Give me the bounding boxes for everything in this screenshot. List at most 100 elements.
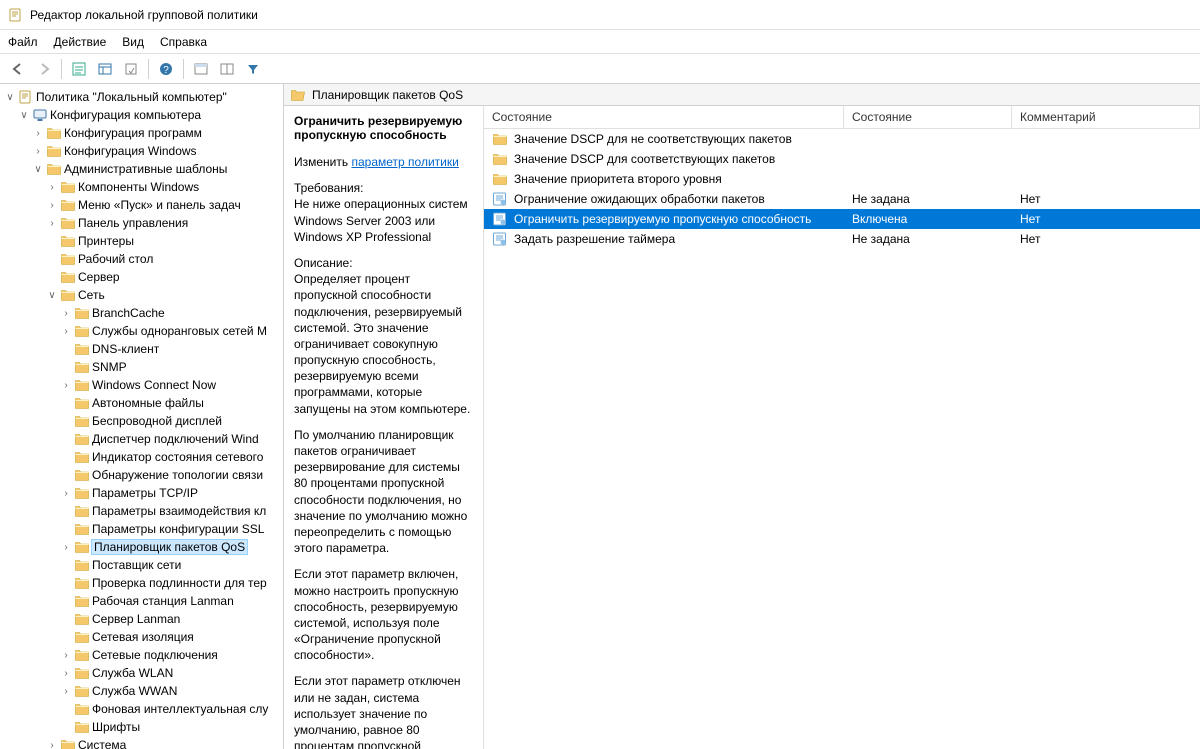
tree-tcpip[interactable]: Параметры TCP/IP — [92, 486, 198, 500]
expander-icon[interactable]: ∨ — [46, 290, 58, 301]
list-row[interactable]: Задать разрешение таймераНе заданаНет — [484, 229, 1200, 249]
list-row[interactable]: Значение DSCP для не соответствующих пак… — [484, 129, 1200, 149]
edit-policy-link[interactable]: параметр политики — [351, 155, 458, 169]
req-body: Не ниже операционных систем Windows Serv… — [294, 197, 468, 243]
tree-interop[interactable]: Параметры взаимодействия кл — [92, 504, 266, 518]
back-button[interactable] — [6, 57, 30, 81]
tree-win-conf[interactable]: Конфигурация Windows — [64, 144, 197, 158]
folder-icon — [74, 575, 90, 591]
desc1: Определяет процент пропускной способност… — [294, 272, 470, 416]
setting-icon — [492, 211, 508, 227]
tree-net-ind[interactable]: Индикатор состояния сетевого — [92, 450, 263, 464]
expander-icon[interactable]: › — [32, 128, 44, 139]
expander-icon[interactable]: › — [60, 650, 72, 661]
folder-icon — [74, 539, 90, 555]
tree-network[interactable]: Сеть — [78, 288, 105, 302]
list-row[interactable]: Значение приоритета второго уровня — [484, 169, 1200, 189]
tree-desktop[interactable]: Рабочий стол — [78, 252, 153, 266]
tree-wlan[interactable]: Служба WLAN — [92, 666, 173, 680]
tree-netconn[interactable]: Сетевые подключения — [92, 648, 218, 662]
tree-bits[interactable]: Фоновая интеллектуальная слу — [92, 702, 268, 716]
col-comment[interactable]: Комментарий — [1012, 106, 1200, 128]
tree-prog-conf[interactable]: Конфигурация программ — [64, 126, 202, 140]
tree-wind-conn[interactable]: Диспетчер подключений Wind — [92, 432, 259, 446]
expander-icon[interactable]: › — [32, 146, 44, 157]
expander-icon[interactable]: › — [60, 542, 72, 553]
expander-icon[interactable]: › — [60, 686, 72, 697]
tree-lanman-srv[interactable]: Сервер Lanman — [92, 612, 180, 626]
expander-icon[interactable]: › — [46, 182, 58, 193]
expander-icon[interactable]: › — [60, 326, 72, 337]
row-state: Не задана — [844, 192, 1012, 206]
expander-icon[interactable]: › — [46, 200, 58, 211]
list-row[interactable]: Ограничение ожидающих обработки пакетовН… — [484, 189, 1200, 209]
tree-snmp[interactable]: SNMP — [92, 360, 127, 374]
expander-icon[interactable]: › — [60, 380, 72, 391]
right-pane-title: Планировщик пакетов QoS — [312, 88, 463, 102]
tree-qos[interactable]: Планировщик пакетов QoS — [92, 540, 247, 554]
tree-fonts[interactable]: Шрифты — [92, 720, 140, 734]
expander-icon[interactable]: › — [46, 740, 58, 749]
tree-branch[interactable]: BranchCache — [92, 306, 165, 320]
right-pane-header: Планировщик пакетов QoS — [284, 84, 1200, 106]
expander-icon[interactable]: › — [46, 218, 58, 229]
expander-icon[interactable]: ∨ — [4, 92, 16, 103]
tree-root[interactable]: Политика "Локальный компьютер" — [36, 90, 227, 104]
list-pane[interactable]: Состояние Состояние Комментарий Значение… — [484, 106, 1200, 749]
row-name: Значение DSCP для соответствующих пакето… — [514, 152, 775, 166]
tool-details-button[interactable] — [93, 57, 117, 81]
menubar: Файл Действие Вид Справка — [0, 30, 1200, 54]
setting-icon — [492, 191, 508, 207]
menu-file[interactable]: Файл — [8, 35, 38, 49]
tool-refresh-button[interactable] — [215, 57, 239, 81]
expander-icon[interactable]: ∨ — [18, 110, 30, 121]
expander-icon[interactable]: › — [60, 308, 72, 319]
row-name: Задать разрешение таймера — [514, 232, 675, 246]
col-state[interactable]: Состояние — [484, 106, 844, 128]
list-row[interactable]: Значение DSCP для соответствующих пакето… — [484, 149, 1200, 169]
folder-icon — [74, 665, 90, 681]
tree-ctrl-panel[interactable]: Панель управления — [78, 216, 188, 230]
help-button[interactable]: ? — [154, 57, 178, 81]
tree-lanman[interactable]: Рабочая станция Lanman — [92, 594, 234, 608]
tree-topo[interactable]: Обнаружение топологии связи — [92, 468, 263, 482]
folder-icon — [60, 269, 76, 285]
tree-system[interactable]: Система — [78, 738, 126, 749]
list-row[interactable]: Ограничить резервируемую пропускную спос… — [484, 209, 1200, 229]
forward-button[interactable] — [32, 57, 56, 81]
tree-netiso[interactable]: Сетевая изоляция — [92, 630, 194, 644]
tree-wwan[interactable]: Служба WWAN — [92, 684, 177, 698]
expander-icon[interactable]: ∨ — [32, 164, 44, 175]
tree-admin-tmpl[interactable]: Административные шаблоны — [64, 162, 227, 176]
tree-printers[interactable]: Принтеры — [78, 234, 134, 248]
filter-button[interactable] — [241, 57, 265, 81]
folder-icon — [74, 449, 90, 465]
tree-offline[interactable]: Автономные файлы — [92, 396, 204, 410]
tree-pane[interactable]: ∨ Политика "Локальный компьютер" ∨ Конфигу… — [0, 84, 284, 749]
tree-netprov[interactable]: Поставщик сети — [92, 558, 181, 572]
folder-icon — [74, 467, 90, 483]
tree-ssl[interactable]: Параметры конфигурации SSL — [92, 522, 264, 536]
tree-server[interactable]: Сервер — [78, 270, 120, 284]
col-status[interactable]: Состояние — [844, 106, 1012, 128]
tree-peer[interactable]: Службы одноранговых сетей M — [92, 324, 267, 338]
tool-view-button[interactable] — [189, 57, 213, 81]
tool-export-button[interactable] — [119, 57, 143, 81]
tree-computer-config[interactable]: Конфигурация компьютера — [50, 108, 201, 122]
policy-title: Ограничить резервируемую пропускную спос… — [294, 114, 473, 142]
tree-authver[interactable]: Проверка подлинности для тер — [92, 576, 267, 590]
tree-wireless[interactable]: Беспроводной дисплей — [92, 414, 222, 428]
tree-comp-win[interactable]: Компоненты Windows — [78, 180, 199, 194]
description-pane: Ограничить резервируемую пропускную спос… — [284, 106, 484, 749]
expander-icon[interactable]: › — [60, 488, 72, 499]
right-pane: Планировщик пакетов QoS Ограничить резер… — [284, 84, 1200, 749]
menu-view[interactable]: Вид — [122, 35, 144, 49]
tree-dns[interactable]: DNS-клиент — [92, 342, 159, 356]
expander-icon[interactable]: › — [60, 668, 72, 679]
folder-icon — [60, 233, 76, 249]
menu-action[interactable]: Действие — [54, 35, 107, 49]
menu-help[interactable]: Справка — [160, 35, 207, 49]
tool-checklist-button[interactable] — [67, 57, 91, 81]
tree-wcn[interactable]: Windows Connect Now — [92, 378, 216, 392]
tree-start-menu[interactable]: Меню «Пуск» и панель задач — [78, 198, 241, 212]
